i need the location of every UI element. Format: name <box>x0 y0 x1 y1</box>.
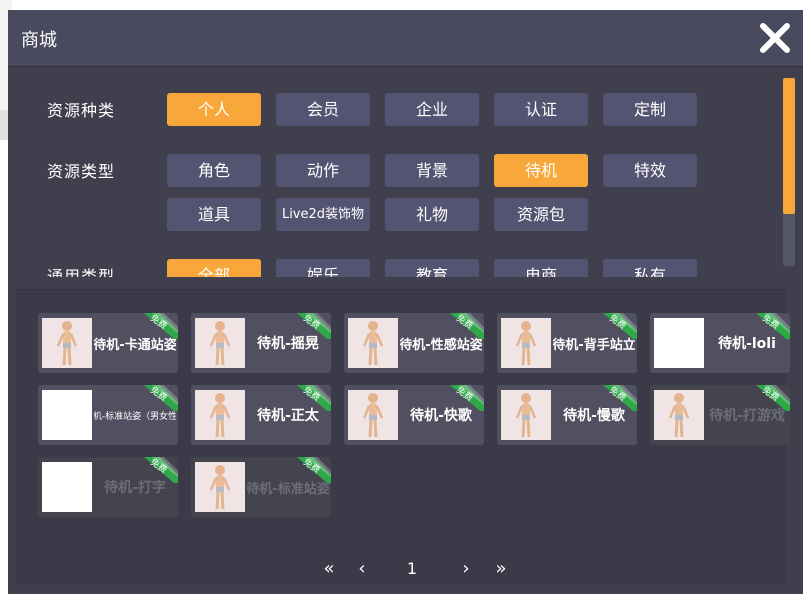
close-button[interactable] <box>757 20 793 56</box>
free-badge: 免费 <box>134 457 178 483</box>
free-badge: 免费 <box>287 385 331 411</box>
free-badge: 免费 <box>287 457 331 483</box>
free-badge: 免费 <box>287 313 331 339</box>
resource-card[interactable]: 待机-快歌 免费 <box>344 385 484 445</box>
pagination: « ‹ 1 › » <box>16 555 787 585</box>
general-type-option-private[interactable]: 私有 <box>603 259 697 277</box>
resource-thumbnail <box>195 462 245 512</box>
resource-type-label: 资源类型 <box>47 162 116 181</box>
resource-kind-option-certified[interactable]: 认证 <box>494 93 588 126</box>
resource-type-option-idle[interactable]: 待机 <box>494 154 588 187</box>
store-dialog: 商城 资源种类 个人 会员 企业 认证 定制 资源类型 角色 动作 背景 待机 … <box>8 10 803 594</box>
resource-card[interactable]: 待机-慢歌 免费 <box>497 385 637 445</box>
character-figure-icon <box>209 393 231 438</box>
character-figure-icon <box>515 321 537 366</box>
resource-thumbnail <box>42 318 92 368</box>
free-badge: 免费 <box>134 385 178 411</box>
resource-thumbnail <box>501 390 551 440</box>
resource-thumbnail <box>348 390 398 440</box>
prev-page-button[interactable]: ‹ <box>352 555 372 581</box>
general-type-option-education[interactable]: 教育 <box>385 259 479 277</box>
resource-type-option-effects[interactable]: 特效 <box>603 154 697 187</box>
resource-card[interactable]: 待机-打游戏 免费 <box>650 385 790 445</box>
resource-card[interactable]: 待机-卡通站姿 免费 <box>38 313 178 373</box>
resource-thumbnail <box>654 390 704 440</box>
free-badge: 免费 <box>593 385 637 411</box>
filter-scrollbar-thumb[interactable] <box>783 78 795 214</box>
next-page-button[interactable]: › <box>456 555 476 581</box>
resource-card[interactable]: 待机-打字 免费 <box>38 457 178 517</box>
resource-kind-option-enterprise[interactable]: 企业 <box>385 93 479 126</box>
resource-card[interactable]: 待机-正太 免费 <box>191 385 331 445</box>
free-badge: 免费 <box>593 313 637 339</box>
resource-grid: 待机-卡通站姿 免费 待机-摇晃 免费 待机-性感站姿 免费 待机-背手站立 免费 待机-lol… <box>16 289 790 585</box>
free-badge: 免费 <box>440 385 484 411</box>
resource-thumbnail <box>195 390 245 440</box>
resource-type-option-resource-pack[interactable]: 资源包 <box>494 198 588 231</box>
close-icon <box>760 23 790 53</box>
free-badge: 免费 <box>440 313 484 339</box>
resource-card[interactable]: 待机-性感站姿 免费 <box>344 313 484 373</box>
resource-type-option-action[interactable]: 动作 <box>276 154 370 187</box>
resource-card[interactable]: 待机-标准站姿 免费 <box>191 457 331 517</box>
general-type-label: 通用类型 <box>47 267 116 277</box>
resource-kind-option-custom[interactable]: 定制 <box>603 93 697 126</box>
free-badge: 免费 <box>746 385 790 411</box>
dialog-title: 商城 <box>21 30 57 51</box>
resource-thumbnail <box>654 318 704 368</box>
free-badge: 免费 <box>134 313 178 339</box>
resource-card[interactable]: 待机-标准站姿（男女性）免费 <box>38 385 178 445</box>
resource-thumbnail <box>501 318 551 368</box>
last-page-button[interactable]: » <box>488 555 514 581</box>
filter-area[interactable]: 资源种类 个人 会员 企业 认证 定制 资源类型 角色 动作 背景 待机 特效 … <box>8 67 803 277</box>
resource-card[interactable]: 待机-背手站立 免费 <box>497 313 637 373</box>
resource-card[interactable]: 待机-摇晃 免费 <box>191 313 331 373</box>
resource-thumbnail <box>195 318 245 368</box>
character-figure-icon <box>515 393 537 438</box>
resource-kind-option-member[interactable]: 会员 <box>276 93 370 126</box>
resource-kind-option-personal[interactable]: 个人 <box>167 93 261 126</box>
character-figure-icon <box>668 393 690 438</box>
dialog-header: 商城 <box>8 10 803 67</box>
free-badge: 免费 <box>746 313 790 339</box>
character-figure-icon <box>56 321 78 366</box>
resource-type-option-props[interactable]: 道具 <box>167 198 261 231</box>
resource-type-option-character[interactable]: 角色 <box>167 154 261 187</box>
resource-card[interactable]: 待机-loli 免费 <box>650 313 790 373</box>
character-figure-icon <box>362 321 384 366</box>
character-figure-icon <box>362 393 384 438</box>
general-type-option-all[interactable]: 全部 <box>167 259 261 277</box>
character-figure-icon <box>209 465 231 510</box>
resource-thumbnail <box>42 462 92 512</box>
character-figure-icon <box>209 321 231 366</box>
resource-type-option-live2d-decor[interactable]: Live2d装饰物 <box>276 198 370 231</box>
current-page: 1 <box>406 558 418 578</box>
resource-type-option-gifts[interactable]: 礼物 <box>385 198 479 231</box>
resource-thumbnail <box>348 318 398 368</box>
first-page-button[interactable]: « <box>316 555 342 581</box>
filter-scrollbar[interactable] <box>783 78 795 266</box>
general-type-option-ecommerce[interactable]: 电商 <box>494 259 588 277</box>
resource-kind-label: 资源种类 <box>47 101 116 120</box>
resource-type-option-background[interactable]: 背景 <box>385 154 479 187</box>
general-type-option-entertainment[interactable]: 娱乐 <box>276 259 370 277</box>
resource-thumbnail <box>42 390 92 440</box>
